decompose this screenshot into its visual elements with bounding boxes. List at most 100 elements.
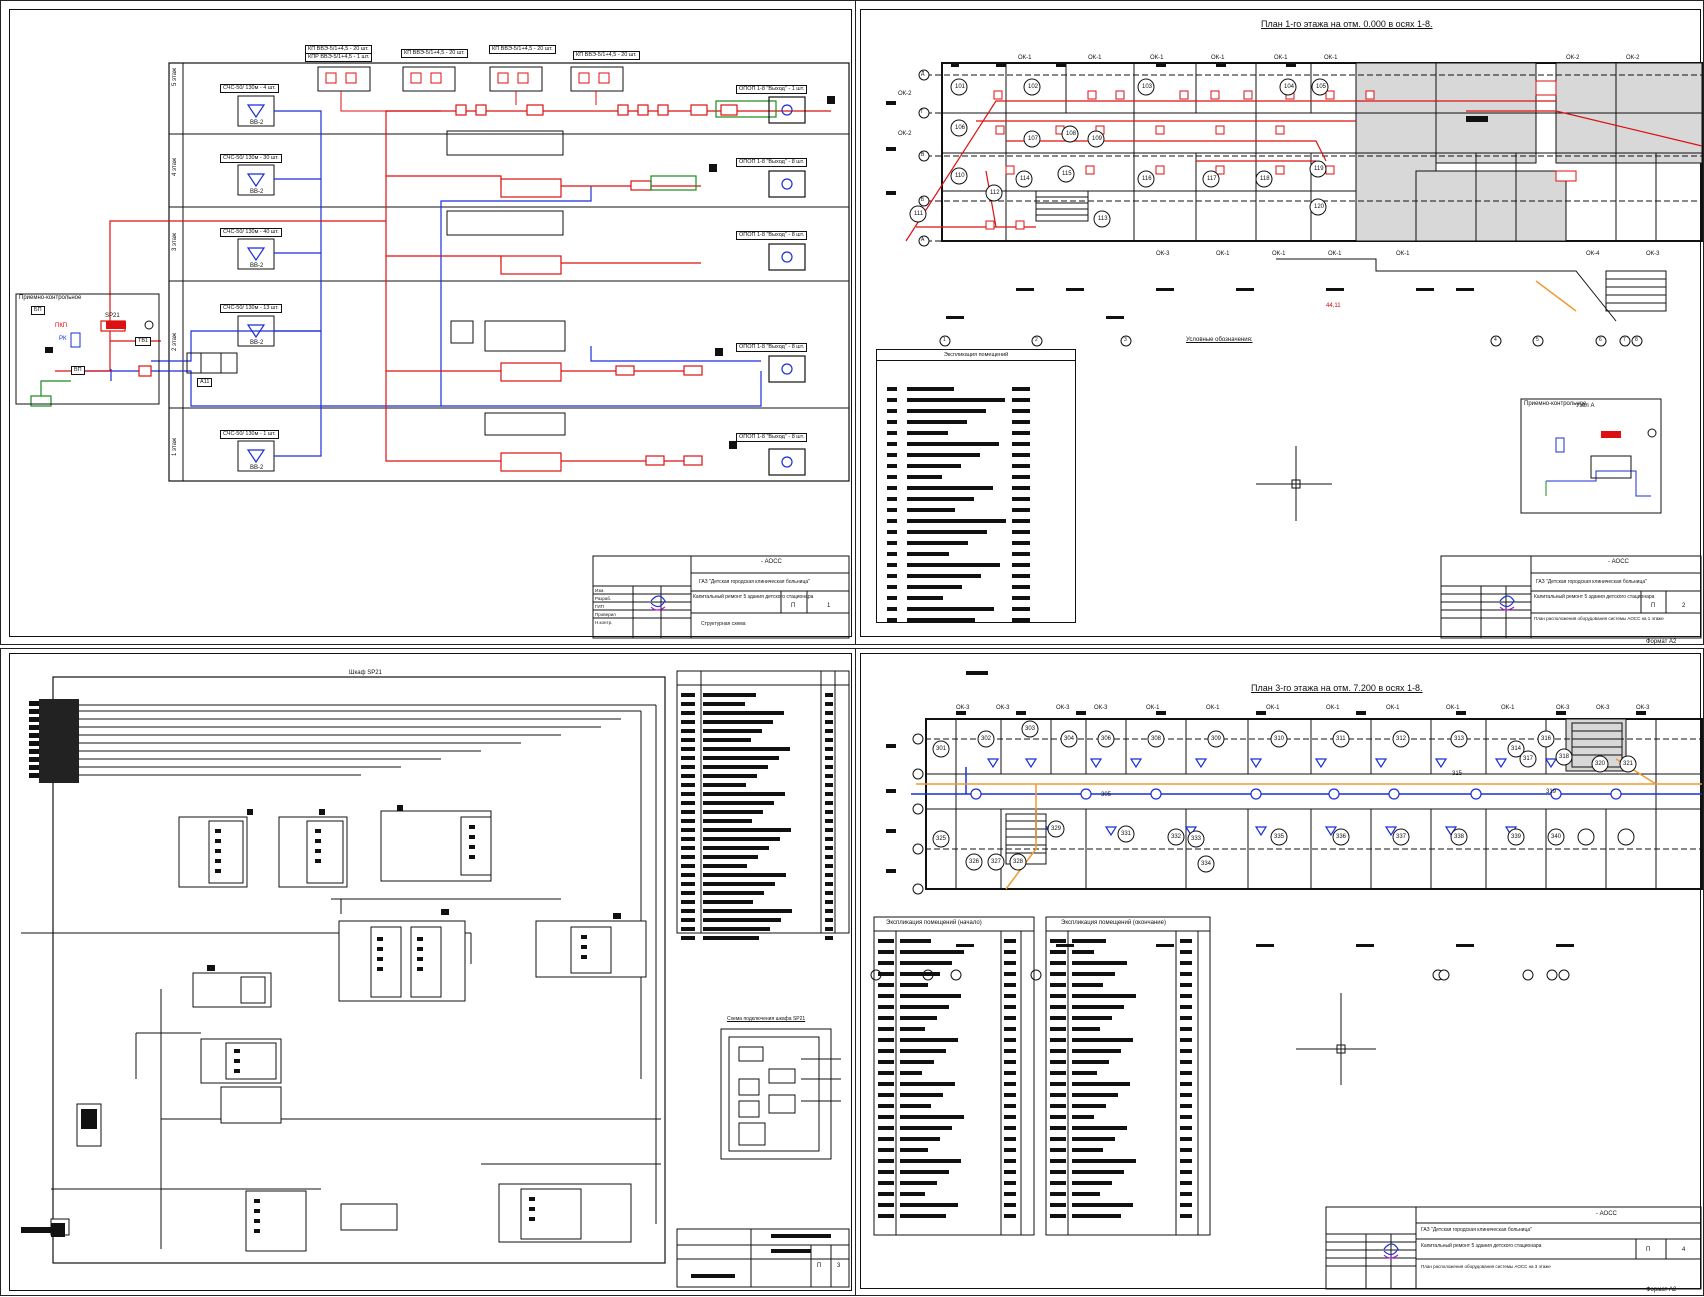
stamp-code: - АОСС: [1608, 559, 1629, 565]
redacted-cell: [1180, 1104, 1192, 1108]
redacted-cell: [887, 387, 897, 391]
redacted-cell: [1004, 983, 1016, 987]
stamp-row: Изм.: [595, 588, 605, 593]
redacted-cell: [887, 541, 897, 545]
room-number: 118: [1260, 176, 1270, 182]
redacted-cell: [900, 1148, 928, 1152]
redacted-cell: [1072, 961, 1127, 965]
redacted-cell: [825, 738, 833, 742]
axis-label: В: [921, 152, 925, 158]
stamp-sheet: 3: [837, 1263, 841, 1269]
device-label-tv1: ТВ1: [135, 337, 152, 346]
redacted-cell: [1012, 453, 1030, 457]
stamp-format: Формат А2: [1646, 1287, 1677, 1293]
redacted-cell: [1050, 1159, 1066, 1163]
redacted-cell: [907, 442, 999, 446]
stamp-stage: П: [1651, 603, 1656, 609]
redacted-cell: [887, 420, 897, 424]
redacted-cell: [907, 541, 968, 545]
redacted-cell: [703, 891, 764, 895]
stamp-subtitle: План расположения оборудования системы А…: [1421, 1264, 1551, 1269]
room-number: 107: [1028, 136, 1039, 142]
redacted-cell: [681, 774, 695, 778]
redacted-cell: [878, 1016, 894, 1020]
redacted-cell: [825, 747, 833, 751]
window-label: ОК-2: [898, 91, 912, 97]
redacted-cell: [900, 1038, 958, 1042]
axis-label: Д: [921, 71, 925, 77]
redacted-cell: [907, 398, 1005, 402]
speaker-code: ВВ-2: [250, 340, 264, 346]
room-number: 103: [1142, 84, 1153, 90]
redacted-cell: [878, 1049, 894, 1053]
redacted-cell: [1004, 1093, 1016, 1097]
redacted-cell: [703, 864, 747, 868]
room-number: 338: [1454, 834, 1465, 840]
room-number: 311: [1336, 736, 1346, 742]
redacted-cell: [878, 1038, 894, 1042]
redacted-cell: [1072, 1170, 1124, 1174]
redacted-cell: [681, 927, 695, 931]
redacted-cell: [900, 1214, 946, 1218]
window-label: ОК-3: [1156, 251, 1170, 257]
redacted-cell: [1050, 1049, 1066, 1053]
window-label: ОК-2: [1566, 55, 1580, 61]
redacted-cell: [878, 1159, 894, 1163]
redacted-cell: [900, 1005, 949, 1009]
redacted-cell: [1180, 1071, 1192, 1075]
redacted-cell: [1012, 541, 1030, 545]
room-number: 318: [1559, 754, 1570, 760]
room-number: 120: [1314, 204, 1325, 210]
room-number: 305: [1101, 792, 1112, 798]
stamp-sheet: 4: [1682, 1247, 1686, 1253]
redacted-cell: [900, 1181, 937, 1185]
redacted-cell: [1012, 464, 1030, 468]
redacted-cell: [907, 552, 949, 556]
redacted-cell: [703, 900, 753, 904]
redacted-cell: [681, 864, 695, 868]
window-label: ОК-1: [1088, 55, 1102, 61]
redacted-cell: [681, 882, 695, 886]
redacted-cell: [1012, 596, 1030, 600]
device-label-pkp: ПКП: [55, 323, 68, 329]
redacted-cell: [1004, 1038, 1016, 1042]
redacted-cell: [1012, 552, 1030, 556]
redacted-cell: [703, 702, 745, 706]
redacted-cell: [1050, 1005, 1066, 1009]
room-number: 102: [1028, 84, 1039, 90]
redacted-cell: [1004, 950, 1016, 954]
floor-3-plan-drawing: [870, 671, 1703, 1290]
redacted-cell: [1012, 431, 1030, 435]
redacted-cell: [1050, 1038, 1066, 1042]
redacted-cell: [900, 1049, 946, 1053]
redacted-cell: [1180, 961, 1192, 965]
stamp-row: Разраб.: [595, 596, 612, 601]
redacted-cell: [1012, 530, 1030, 534]
redacted-cell: [907, 420, 967, 424]
redacted-cell: [1004, 1214, 1016, 1218]
redacted-cell: [887, 596, 897, 600]
redacted-cell: [825, 918, 833, 922]
redacted-cell: [681, 765, 695, 769]
redacted-cell: [907, 574, 981, 578]
redacted-cell: [1072, 1148, 1103, 1152]
redacted-cell: [900, 983, 928, 987]
redacted-cell: [1072, 994, 1136, 998]
redacted-cell: [1072, 1093, 1118, 1097]
redacted-cell: [1180, 1027, 1192, 1031]
redacted-cell: [1004, 994, 1016, 998]
redacted-cell: [900, 961, 952, 965]
redacted-cell: [1050, 1137, 1066, 1141]
redacted-cell: [907, 475, 942, 479]
redacted-cell: [1050, 972, 1066, 976]
redacted-cell: [878, 939, 894, 943]
redacted-cell: [1050, 1027, 1066, 1031]
redacted-cell: [1180, 1060, 1192, 1064]
redacted-cell: [1004, 1203, 1016, 1207]
redacted-cell: [1180, 1115, 1192, 1119]
room-number: 333: [1191, 836, 1202, 842]
speaker-code: ВВ-2: [250, 263, 264, 269]
redacted-cell: [1072, 1159, 1136, 1163]
window-label: ОК-3: [1646, 251, 1660, 257]
room-number: 105: [1316, 84, 1327, 90]
